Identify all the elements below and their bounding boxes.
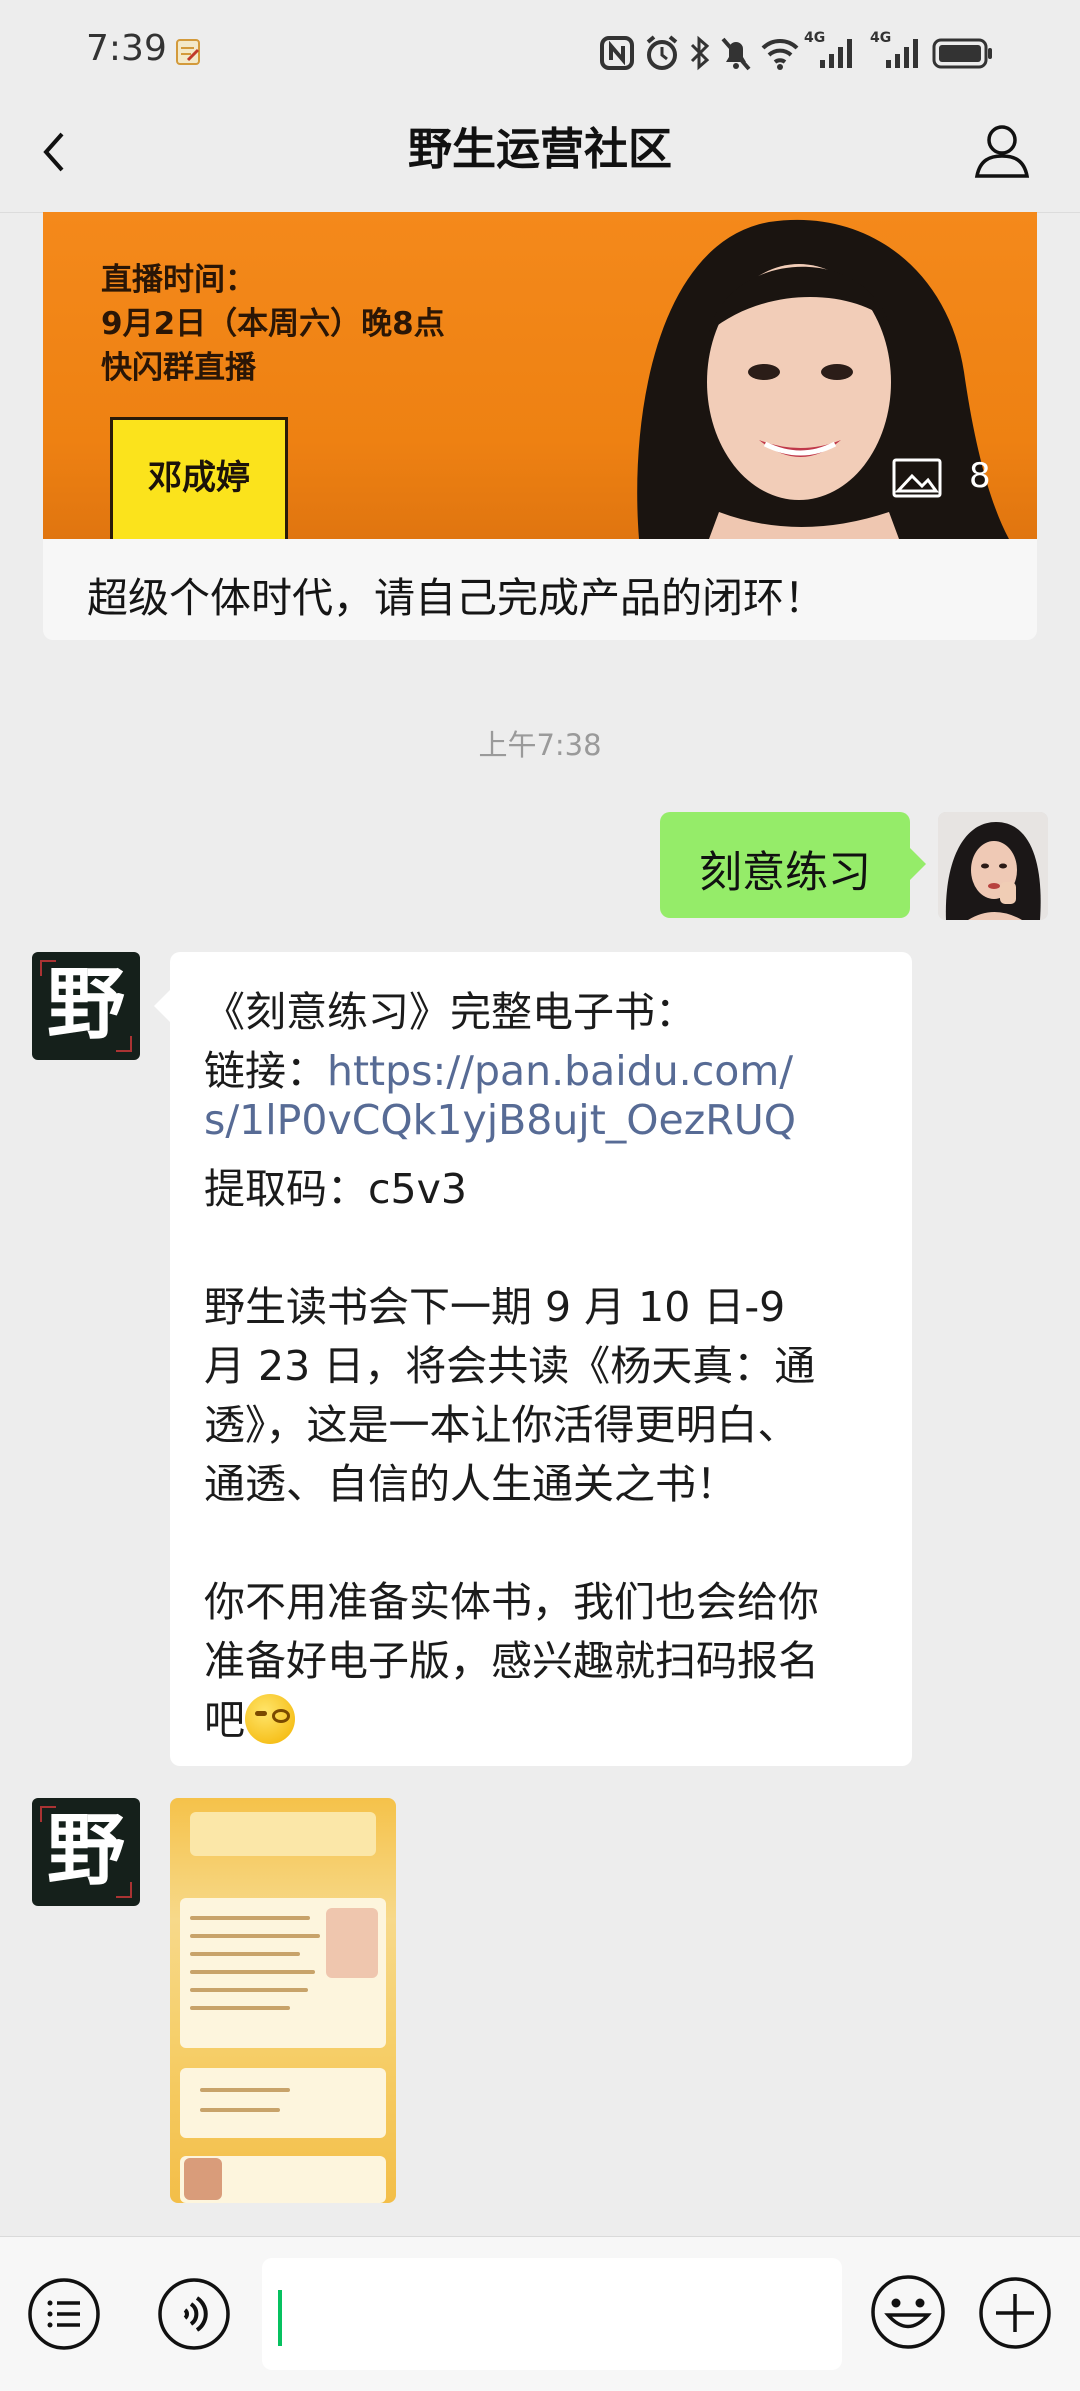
share-link[interactable]: https://pan.baidu.com/ (327, 1047, 793, 1095)
message-line: 吧 (204, 1686, 295, 1746)
note-icon (176, 39, 200, 65)
link-prefix: 链接： (204, 1047, 327, 1095)
message-line: 准备好电子版，感兴趣就扫码报名 (204, 1637, 819, 1685)
message-line: 链接：https://pan.baidu.com/ (204, 1037, 793, 1097)
speaker-name-tag: 邓成婷 (110, 417, 288, 539)
smirk-emoji-icon (245, 1694, 295, 1744)
message-timestamp: 上午7:38 (478, 728, 602, 762)
image-count: 8 (969, 456, 991, 496)
message-line: 透》，这是一本让你活得更明白、 (204, 1401, 799, 1449)
incoming-message-bubble[interactable]: 《刻意练习》完整电子书： 链接：https://pan.baidu.com/ s… (154, 952, 912, 1766)
voice-icon[interactable] (156, 2276, 232, 2352)
signal-icon (886, 39, 918, 68)
card-banner: 直播时间： 9月2日（本周六）晚8点 快闪群直播 邓成婷 8 (43, 212, 1037, 539)
speaker-name: 邓成婷 (148, 458, 250, 498)
message-line-end: 吧 (204, 1696, 245, 1744)
outgoing-message-bubble[interactable]: 刻意练习 (660, 812, 926, 918)
plus-icon[interactable] (976, 2274, 1054, 2352)
profile-icon[interactable] (972, 120, 1032, 182)
outgoing-message-text: 刻意练习 (699, 848, 871, 898)
wifi-icon (761, 38, 799, 70)
sender-avatar-char: 野 (46, 959, 125, 1050)
nfc-icon (600, 36, 634, 70)
message-input[interactable] (262, 2258, 842, 2370)
emoji-icon[interactable] (868, 2272, 948, 2352)
alarm-icon (646, 35, 678, 70)
speaker-portrait (637, 219, 1009, 539)
message-line: 野生读书会下一期 9 月 10 日-9 (204, 1283, 786, 1331)
banner-line: 直播时间： (101, 262, 256, 298)
menu-list-icon[interactable] (26, 2276, 102, 2352)
sender-avatar[interactable]: 野 (32, 952, 140, 1060)
bluetooth-icon (690, 35, 710, 71)
chat-title: 野生运营社区 (408, 124, 672, 175)
my-avatar[interactable] (938, 812, 1048, 920)
banner-line: 9月2日（本周六）晚8点 (101, 306, 445, 342)
mute-icon (721, 37, 751, 71)
banner-line: 快闪群直播 (101, 350, 256, 386)
card-title: 超级个体时代，请自己完成产品的闭环！ (87, 574, 825, 622)
message-line: 你不用准备实体书，我们也会给你 (204, 1578, 819, 1626)
battery-icon (932, 38, 992, 69)
message-line: 通透、自信的人生通关之书！ (204, 1460, 737, 1508)
text-caret (278, 2290, 282, 2346)
sender-avatar-char: 野 (46, 1805, 125, 1896)
share-link[interactable]: s/1lP0vCQk1yjB8ujt_OezRUQ (204, 1096, 796, 1144)
extract-code-line: 提取码：c5v3 (204, 1165, 467, 1213)
gallery-icon (892, 458, 942, 498)
status-time: 7:39 (86, 28, 167, 69)
link-card[interactable]: 直播时间： 9月2日（本周六）晚8点 快闪群直播 邓成婷 8 超级个体时代，请自… (43, 212, 1037, 640)
signal-icon (820, 39, 852, 68)
sender-avatar[interactable]: 野 (32, 1798, 140, 1906)
message-line: 《刻意练习》完整电子书： (204, 988, 696, 1036)
poster-image[interactable] (170, 1798, 396, 2203)
message-line: 月 23 日，将会共读《杨天真：通 (204, 1342, 816, 1390)
